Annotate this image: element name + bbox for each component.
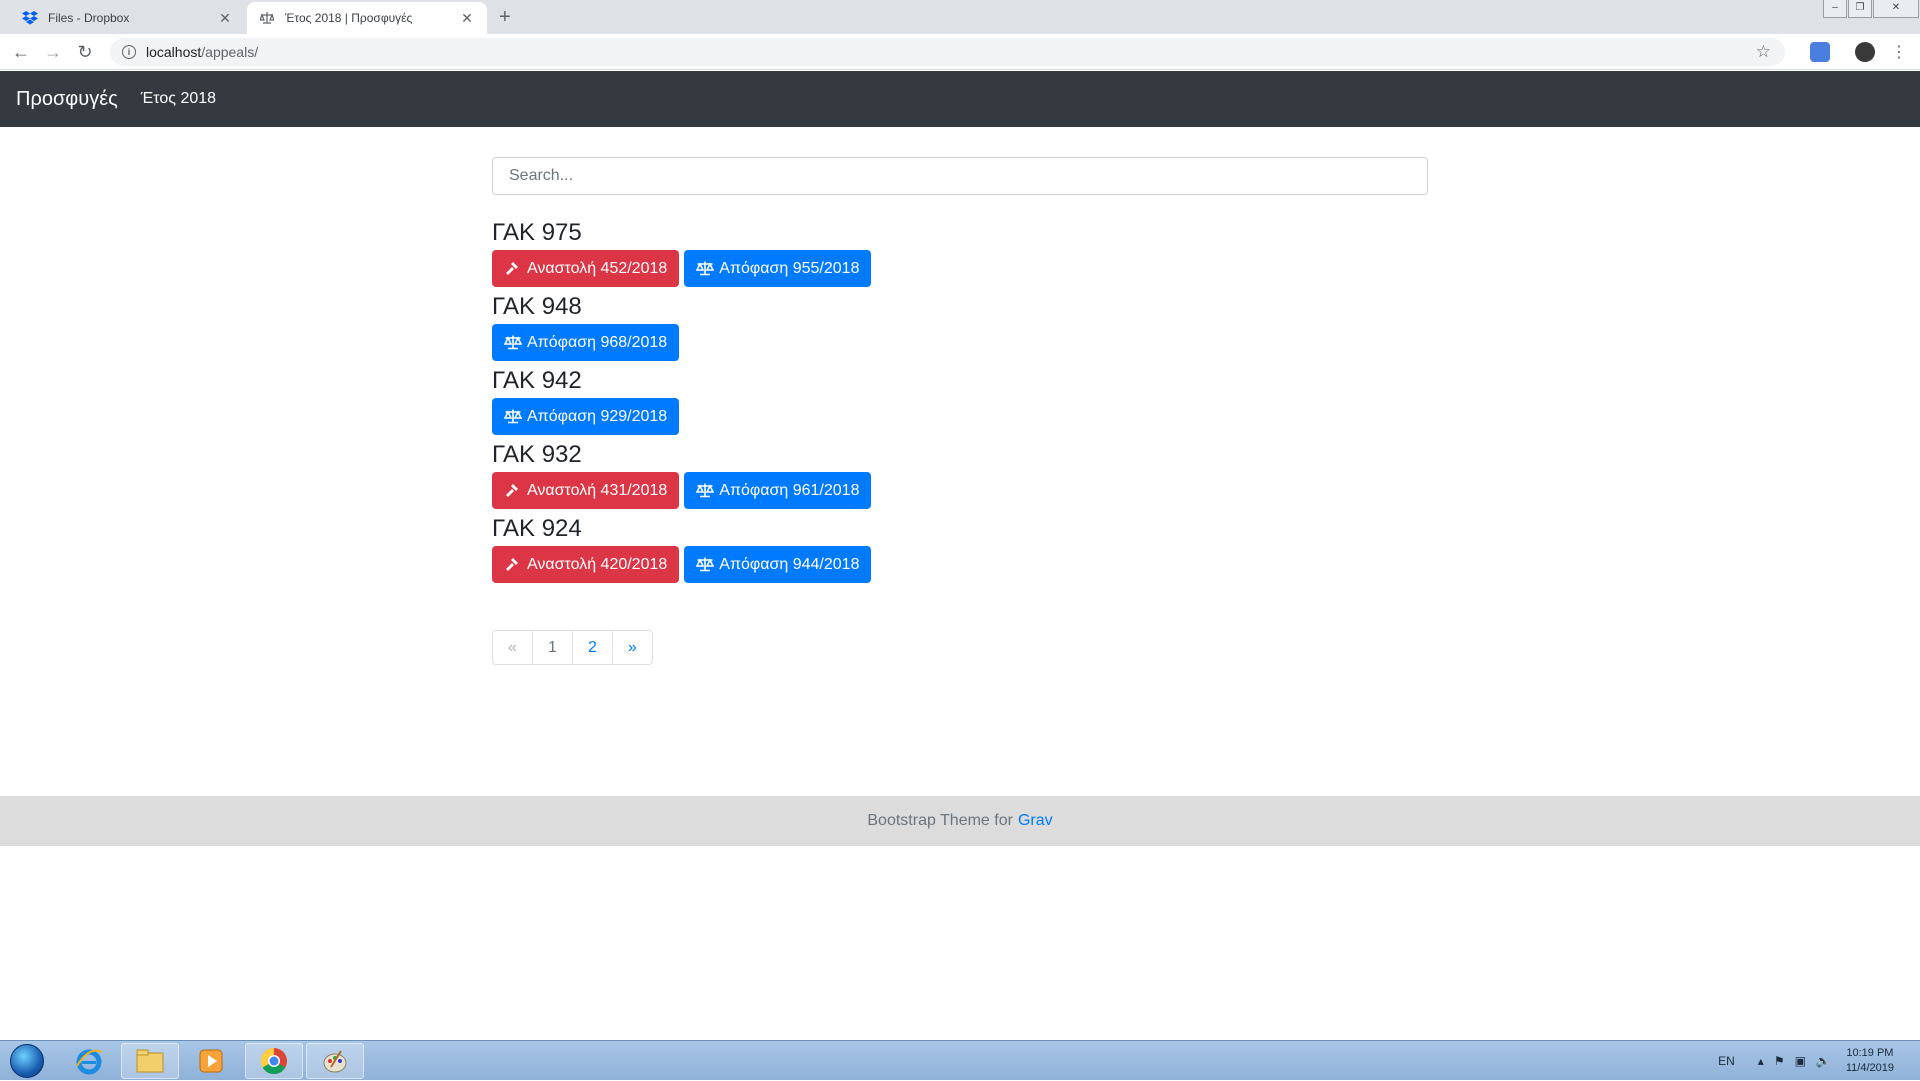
- forward-arrow-icon[interactable]: →: [40, 39, 66, 65]
- button-label: Απόφαση 968/2018: [527, 333, 668, 351]
- appeal-item: ΓΑΚ 924 Αναστολή 420/2018 Απόφαση 944/20…: [492, 509, 1428, 583]
- footer-text: Bootstrap Theme for: [867, 812, 1013, 829]
- nav-link-year-2018[interactable]: Έτος 2018: [141, 90, 216, 108]
- pagination: « 1 2 »: [492, 630, 1428, 665]
- windows-logo-icon: [10, 1044, 44, 1078]
- clock[interactable]: 10:19 PM 11/4/2019: [1846, 1046, 1894, 1076]
- appeal-title: ΓΑΚ 975: [492, 219, 582, 246]
- balance-scale-icon: [696, 483, 715, 499]
- volume-icon[interactable]: 🔈: [1816, 1054, 1831, 1068]
- chrome-menu-icon[interactable]: ⋮: [1886, 39, 1912, 65]
- button-label: Αναστολή 431/2018: [527, 481, 668, 499]
- gavel-icon: [504, 557, 522, 573]
- footer-grav-link[interactable]: Grav: [1018, 812, 1053, 830]
- page-next[interactable]: »: [612, 630, 653, 665]
- restore-window-icon[interactable]: ❐: [1848, 0, 1872, 18]
- button-label: Αναστολή 452/2018: [527, 259, 668, 277]
- balance-scale-icon: [504, 335, 522, 351]
- suspension-button[interactable]: Αναστολή 420/2018: [492, 546, 680, 583]
- gavel-icon: [504, 261, 522, 277]
- windows-taskbar: EN ▴ ⚑ ▣ 🔈 10:19 PM 11/4/2019: [0, 1040, 1920, 1080]
- action-center-flag-icon[interactable]: ⚑: [1774, 1054, 1785, 1068]
- page-1: 1: [532, 630, 573, 665]
- decision-button[interactable]: Απόφαση 961/2018: [684, 472, 872, 509]
- close-icon[interactable]: ✕: [459, 10, 475, 27]
- browser-tab-strip: Files - Dropbox ✕ Έτος 2018 | Προσφυγές …: [0, 0, 1920, 34]
- new-tab-button[interactable]: +: [499, 6, 511, 29]
- suspension-button[interactable]: Αναστολή 431/2018: [492, 472, 680, 509]
- appeal-item: ΓΑΚ 932 Αναστολή 431/2018 Απόφαση 961/20…: [492, 435, 1428, 509]
- button-label: Απόφαση 955/2018: [719, 259, 860, 277]
- network-icon[interactable]: ▣: [1795, 1054, 1806, 1068]
- balance-scale-icon: [696, 557, 715, 573]
- tab-title: Έτος 2018 | Προσφυγές: [285, 11, 413, 25]
- navbar-brand[interactable]: Προσφυγές: [16, 88, 118, 111]
- chrome-icon[interactable]: [245, 1043, 303, 1079]
- main-content: ΓΑΚ 975 Αναστολή 452/2018 Απόφαση 955/20…: [492, 157, 1428, 665]
- reload-icon[interactable]: ↻: [72, 39, 98, 65]
- appeal-title: ΓΑΚ 948: [492, 293, 582, 320]
- appeal-title: ΓΑΚ 932: [492, 441, 582, 468]
- system-tray: EN ▴ ⚑ ▣ 🔈 10:19 PM 11/4/2019: [1713, 1041, 1920, 1081]
- appeal-item: ΓΑΚ 942 Απόφαση 929/2018: [492, 361, 1428, 435]
- decision-button[interactable]: Απόφαση 968/2018: [492, 324, 680, 361]
- bookmark-star-icon[interactable]: ☆: [1756, 42, 1771, 62]
- decision-button[interactable]: Απόφαση 944/2018: [684, 546, 872, 583]
- decision-button[interactable]: Απόφαση 929/2018: [492, 398, 680, 435]
- decision-button[interactable]: Απόφαση 955/2018: [684, 250, 872, 287]
- minimize-window-icon[interactable]: –: [1823, 0, 1847, 18]
- url-host: localhost: [146, 44, 202, 60]
- clock-time: 10:19 PM: [1846, 1047, 1894, 1059]
- site-navbar: Προσφυγές Έτος 2018: [0, 71, 1920, 127]
- page-prev: «: [492, 630, 533, 665]
- button-label: Απόφαση 929/2018: [527, 407, 668, 425]
- show-hidden-icons-icon[interactable]: ▴: [1758, 1054, 1764, 1068]
- back-arrow-icon[interactable]: ←: [8, 39, 34, 65]
- info-icon[interactable]: i: [122, 45, 136, 59]
- file-explorer-icon[interactable]: [121, 1043, 179, 1079]
- appeal-title: ΓΑΚ 924: [492, 515, 582, 542]
- site-footer: Bootstrap Theme for Grav: [0, 796, 1920, 846]
- search-input[interactable]: [492, 157, 1428, 195]
- dropbox-icon: [22, 10, 38, 26]
- appeal-title: ΓΑΚ 942: [492, 367, 582, 394]
- google-translate-icon[interactable]: [1810, 42, 1830, 62]
- tab-appeals[interactable]: Έτος 2018 | Προσφυγές ✕: [247, 2, 487, 34]
- gavel-icon: [504, 483, 522, 499]
- close-icon[interactable]: ✕: [217, 10, 233, 27]
- clock-date: 11/4/2019: [1845, 1062, 1894, 1074]
- language-indicator[interactable]: EN: [1718, 1054, 1735, 1068]
- page-2[interactable]: 2: [572, 630, 613, 665]
- url-path: /appeals/: [201, 44, 259, 60]
- balance-scale-icon: [504, 409, 522, 425]
- paint-icon[interactable]: [306, 1043, 364, 1079]
- close-window-icon[interactable]: ✕: [1873, 0, 1919, 18]
- browser-toolbar: ← → ↻ i localhost/appeals/ ☆ ⋮: [0, 34, 1920, 70]
- button-label: Απόφαση 944/2018: [719, 555, 860, 573]
- internet-explorer-icon[interactable]: [60, 1043, 118, 1079]
- start-button[interactable]: [4, 1042, 50, 1080]
- address-bar[interactable]: i localhost/appeals/ ☆: [110, 38, 1785, 66]
- balance-scale-icon: [696, 261, 715, 277]
- scale-icon: [259, 10, 275, 26]
- media-player-icon[interactable]: [182, 1043, 240, 1079]
- tab-dropbox[interactable]: Files - Dropbox ✕: [10, 2, 245, 34]
- appeal-item: ΓΑΚ 975 Αναστολή 452/2018 Απόφαση 955/20…: [492, 213, 1428, 287]
- tab-title: Files - Dropbox: [48, 11, 130, 25]
- appeal-item: ΓΑΚ 948 Απόφαση 968/2018: [492, 287, 1428, 361]
- avatar[interactable]: [1855, 42, 1875, 62]
- button-label: Αναστολή 420/2018: [527, 555, 668, 573]
- suspension-button[interactable]: Αναστολή 452/2018: [492, 250, 680, 287]
- button-label: Απόφαση 961/2018: [719, 481, 860, 499]
